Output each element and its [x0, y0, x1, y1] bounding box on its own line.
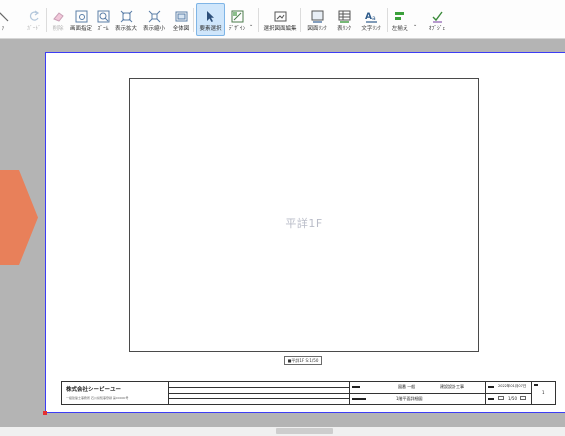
checkbox-box [520, 396, 526, 400]
toolbar: ｧ ｶﾞｰﾄﾞ 削除 画面指定 ｽﾞｰﾑ 表示拡大 表示縮小 全体図 要素選択 … [0, 0, 565, 39]
redo-label: ｶﾞｰﾄﾞ [27, 26, 41, 32]
title-block-divider [531, 382, 532, 404]
checkbox-box [498, 396, 504, 400]
zoom-out-button[interactable]: 表示縮小 [143, 3, 165, 36]
eraser-icon [52, 8, 65, 22]
text-link-icon: Aa [365, 8, 378, 23]
view-name-label: 平詳1F [285, 217, 323, 230]
title-block[interactable]: 株式会社シーピーユー 一級建築士事務所 石川県知事登録 第00000号 図番 一… [61, 381, 556, 405]
toolbar-separator [258, 8, 259, 32]
title-block-rule [349, 393, 531, 394]
zoom-select-icon [75, 8, 88, 23]
redo-icon [28, 8, 41, 21]
title-block-rule [168, 393, 350, 394]
redo-button[interactable]: ｶﾞｰﾄﾞ [24, 3, 44, 36]
select-element-button[interactable]: 要素選択 [196, 3, 225, 36]
text-link-label: 文字ﾘﾝｸ [361, 26, 381, 32]
design-label: ﾃﾞｻﾞｲﾝ [228, 26, 246, 32]
align-left-button[interactable]: 左揃え [389, 3, 411, 36]
title-block-mark [352, 398, 366, 400]
edit-selected-drawing-label: 選択図面編集 [263, 26, 297, 32]
object-snap-button[interactable]: ｵﾌﾞｼﾞｪ [425, 3, 449, 36]
drawing-no-label: 図番 一般 [398, 384, 416, 389]
drawing-link-button[interactable]: 図面ﾘﾝｸ [304, 3, 330, 36]
zoom-icon [97, 8, 110, 23]
design-button[interactable]: ﾃﾞｻﾞｲﾝ [227, 3, 247, 36]
date-value: 2022年01月07日 [498, 384, 527, 388]
drawing-link-icon [311, 8, 324, 23]
view-caption[interactable]: ■平詳1F S:1/50 [284, 356, 322, 365]
fit-all-label: 全体図 [172, 26, 190, 32]
select-cursor-icon [204, 8, 217, 22]
zoom-out-icon [148, 8, 161, 23]
drawing-link-label: 図面ﾘﾝｸ [307, 26, 327, 32]
title-block-rule [168, 398, 350, 399]
align-dropdown-chevron-icon[interactable]: ⌄ [413, 22, 417, 28]
drawing-view-frame[interactable]: 平詳1F [129, 78, 479, 352]
project-name: 建設設計工事 [440, 384, 464, 389]
edit-selected-drawing-button[interactable]: 選択図面編集 [263, 3, 297, 36]
zoom-in-icon [120, 8, 133, 23]
zoom-in-button[interactable]: 表示拡大 [115, 3, 137, 36]
design-dropdown-chevron-icon[interactable]: ⌄ [249, 22, 253, 28]
title-block-mark [488, 398, 494, 400]
title-block-mark [534, 384, 538, 386]
edit-drawing-icon [274, 8, 287, 22]
company-subtitle: 一級建築士事務所 石川県知事登録 第00000号 [66, 396, 129, 400]
svg-text:a: a [372, 15, 376, 22]
title-block-mark [352, 386, 360, 388]
partial-cut-label: ｧ [1, 26, 5, 32]
table-link-button[interactable]: 表ﾘﾝｸ [333, 3, 355, 36]
sheet-origin-marker [43, 411, 47, 415]
object-snap-label: ｵﾌﾞｼﾞｪ [428, 26, 446, 32]
partial-cut-button[interactable]: ｧ [0, 3, 12, 36]
align-left-label: 左揃え [391, 26, 409, 32]
company-name: 株式会社シーピーユー [66, 387, 122, 393]
object-snap-icon [431, 8, 444, 23]
select-element-label: 要素選択 [199, 26, 222, 32]
zoom-out-label: 表示縮小 [142, 26, 165, 32]
horizontal-scrollbar-thumb[interactable] [276, 428, 333, 434]
fit-all-button[interactable]: 全体図 [171, 3, 191, 36]
zoom-in-label: 表示拡大 [114, 26, 137, 32]
table-link-icon [338, 8, 351, 23]
zoom-select-button[interactable]: 画面指定 [70, 3, 92, 36]
text-link-button[interactable]: Aa 文字ﾘﾝｸ [358, 3, 384, 36]
zoom-button[interactable]: ｽﾞｰﾑ [94, 3, 112, 36]
scale-value: 1/50 [508, 396, 517, 401]
delete-button[interactable]: 削除 [48, 3, 68, 36]
title-block-rule [168, 387, 350, 388]
fit-all-icon [175, 8, 188, 22]
table-link-label: 表ﾘﾝｸ [337, 26, 351, 32]
drawing-title: 1階平面詳細図 [396, 396, 423, 401]
sheet-number: 1 [542, 390, 545, 395]
align-left-icon [394, 8, 407, 21]
svg-text:A: A [365, 12, 372, 22]
partial-cut-icon [0, 8, 10, 22]
design-icon [231, 8, 244, 23]
title-block-mark [488, 386, 494, 388]
